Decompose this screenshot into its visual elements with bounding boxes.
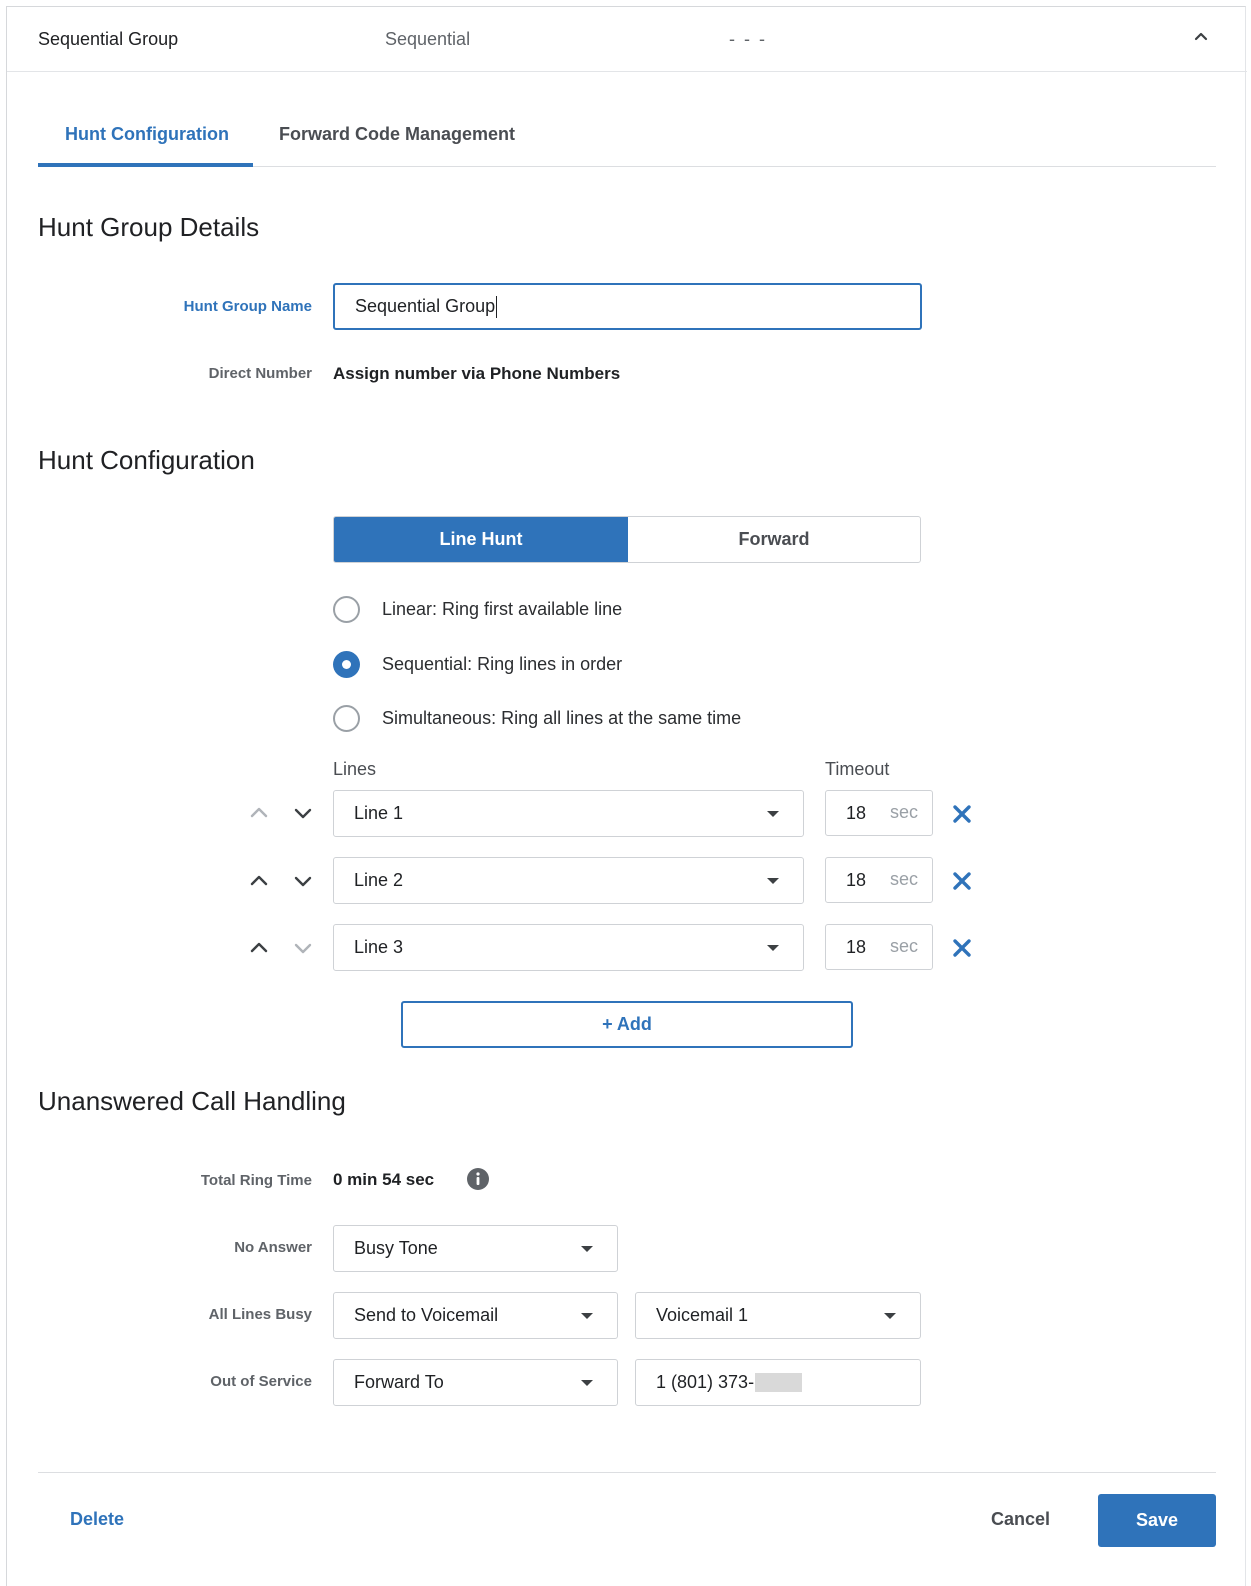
text-caret [496, 295, 498, 318]
timeout-unit: sec [890, 936, 919, 956]
all-lines-busy-label: All Lines Busy [208, 1306, 312, 1323]
timeout-value: 18 [846, 870, 867, 890]
no-answer-select[interactable]: Busy Tone [333, 1225, 618, 1272]
forward-number-input[interactable]: 1 (801) 373- [635, 1359, 921, 1406]
caret-down-icon [581, 1245, 593, 1252]
hunt-group-name-label: Hunt Group Name [183, 298, 312, 315]
tab-forward-code-management[interactable]: Forward Code Management [279, 124, 515, 145]
hunt-group-panel: Sequential Group Sequential - - - Hunt C… [6, 6, 1247, 1586]
info-icon[interactable] [466, 1167, 490, 1191]
header-group-type: Sequential [385, 29, 471, 49]
voicemail-value: Voicemail 1 [656, 1305, 749, 1325]
forward-number-value: 1 (801) 373- [656, 1372, 755, 1392]
section-title-details: Hunt Group Details [38, 212, 260, 242]
caret-down-icon [581, 1312, 593, 1319]
hunt-group-name-value: Sequential Group [355, 296, 496, 316]
voicemail-select[interactable]: Voicemail 1 [635, 1292, 921, 1339]
redacted-digits [755, 1373, 803, 1392]
strategy-linear[interactable]: Linear: Ring first available line [333, 595, 622, 623]
remove-line-icon[interactable] [950, 802, 974, 826]
footer-divider [38, 1472, 1216, 1473]
section-title-configuration: Hunt Configuration [38, 445, 255, 475]
save-button[interactable]: Save [1098, 1494, 1216, 1547]
timeout-value: 18 [846, 803, 867, 823]
direct-number-label: Direct Number [208, 365, 312, 382]
strategy-simultaneous[interactable]: Simultaneous: Ring all lines at the same… [333, 704, 741, 732]
remove-line-icon[interactable] [950, 936, 974, 960]
timeout-input[interactable]: 18 sec [825, 857, 933, 903]
mode-line-hunt-button[interactable]: Line Hunt [334, 517, 628, 562]
panel-header[interactable]: Sequential Group Sequential - - - [7, 7, 1247, 72]
tab-bar: Hunt Configuration Forward Code Manageme… [38, 97, 1216, 167]
timeout-unit: sec [890, 869, 919, 889]
total-ring-time-label: Total Ring Time [200, 1172, 312, 1189]
radio-button[interactable] [333, 704, 360, 732]
no-answer-label: No Answer [234, 1239, 312, 1256]
move-up-icon [250, 807, 268, 818]
active-tab-indicator [38, 163, 253, 167]
header-direct-number: - - - [729, 29, 767, 49]
timeout-input[interactable]: 18 sec [825, 790, 933, 836]
hunt-group-name-input[interactable]: Sequential Group [333, 283, 922, 330]
tab-hunt-configuration[interactable]: Hunt Configuration [65, 124, 229, 145]
timeout-column-header: Timeout [825, 759, 890, 779]
no-answer-value: Busy Tone [354, 1238, 438, 1258]
mode-forward-button[interactable]: Forward [628, 517, 920, 562]
move-up-icon[interactable] [247, 936, 271, 960]
out-of-service-select[interactable]: Forward To [333, 1359, 618, 1406]
all-lines-busy-select[interactable]: Send to Voicemail [333, 1292, 618, 1339]
cancel-button[interactable]: Cancel [991, 1509, 1050, 1530]
delete-button[interactable]: Delete [70, 1509, 124, 1530]
add-line-button[interactable]: + Add [401, 1001, 853, 1048]
line-select[interactable]: Line 3 [333, 924, 804, 971]
line-select-value: Line 1 [354, 803, 404, 823]
caret-down-icon [581, 1379, 593, 1386]
move-down-icon[interactable] [291, 869, 315, 893]
chevron-up-icon[interactable] [1189, 25, 1213, 49]
strategy-label: Linear: Ring first available line [382, 598, 623, 619]
timeout-unit: sec [890, 802, 919, 822]
move-down-icon [294, 943, 312, 954]
all-lines-busy-value: Send to Voicemail [354, 1305, 499, 1325]
mode-toggle: Line Hunt Forward [333, 516, 921, 563]
line-select[interactable]: Line 2 [333, 857, 804, 904]
section-title-unanswered: Unanswered Call Handling [38, 1086, 346, 1116]
remove-line-icon[interactable] [950, 869, 974, 893]
line-select[interactable]: Line 1 [333, 790, 804, 837]
timeout-value: 18 [846, 937, 867, 957]
line-select-value: Line 2 [354, 870, 404, 890]
out-of-service-label: Out of Service [210, 1373, 312, 1390]
radio-button-checked[interactable] [333, 650, 360, 678]
caret-down-icon [884, 1312, 896, 1319]
caret-down-icon [767, 877, 779, 884]
radio-button[interactable] [333, 595, 360, 623]
move-down-icon[interactable] [291, 801, 315, 825]
total-ring-time-value: 0 min 54 sec [333, 1170, 435, 1189]
caret-down-icon [767, 810, 779, 817]
header-group-name: Sequential Group [38, 29, 179, 49]
timeout-input[interactable]: 18 sec [825, 924, 933, 970]
line-select-value: Line 3 [354, 937, 404, 957]
strategy-label: Simultaneous: Ring all lines at the same… [382, 707, 742, 728]
out-of-service-value: Forward To [354, 1372, 444, 1392]
direct-number-value: Assign number via Phone Numbers [333, 364, 621, 383]
strategy-sequential[interactable]: Sequential: Ring lines in order [333, 650, 622, 678]
strategy-label: Sequential: Ring lines in order [382, 653, 623, 674]
lines-column-header: Lines [333, 759, 377, 779]
move-up-icon[interactable] [247, 869, 271, 893]
caret-down-icon [767, 944, 779, 951]
